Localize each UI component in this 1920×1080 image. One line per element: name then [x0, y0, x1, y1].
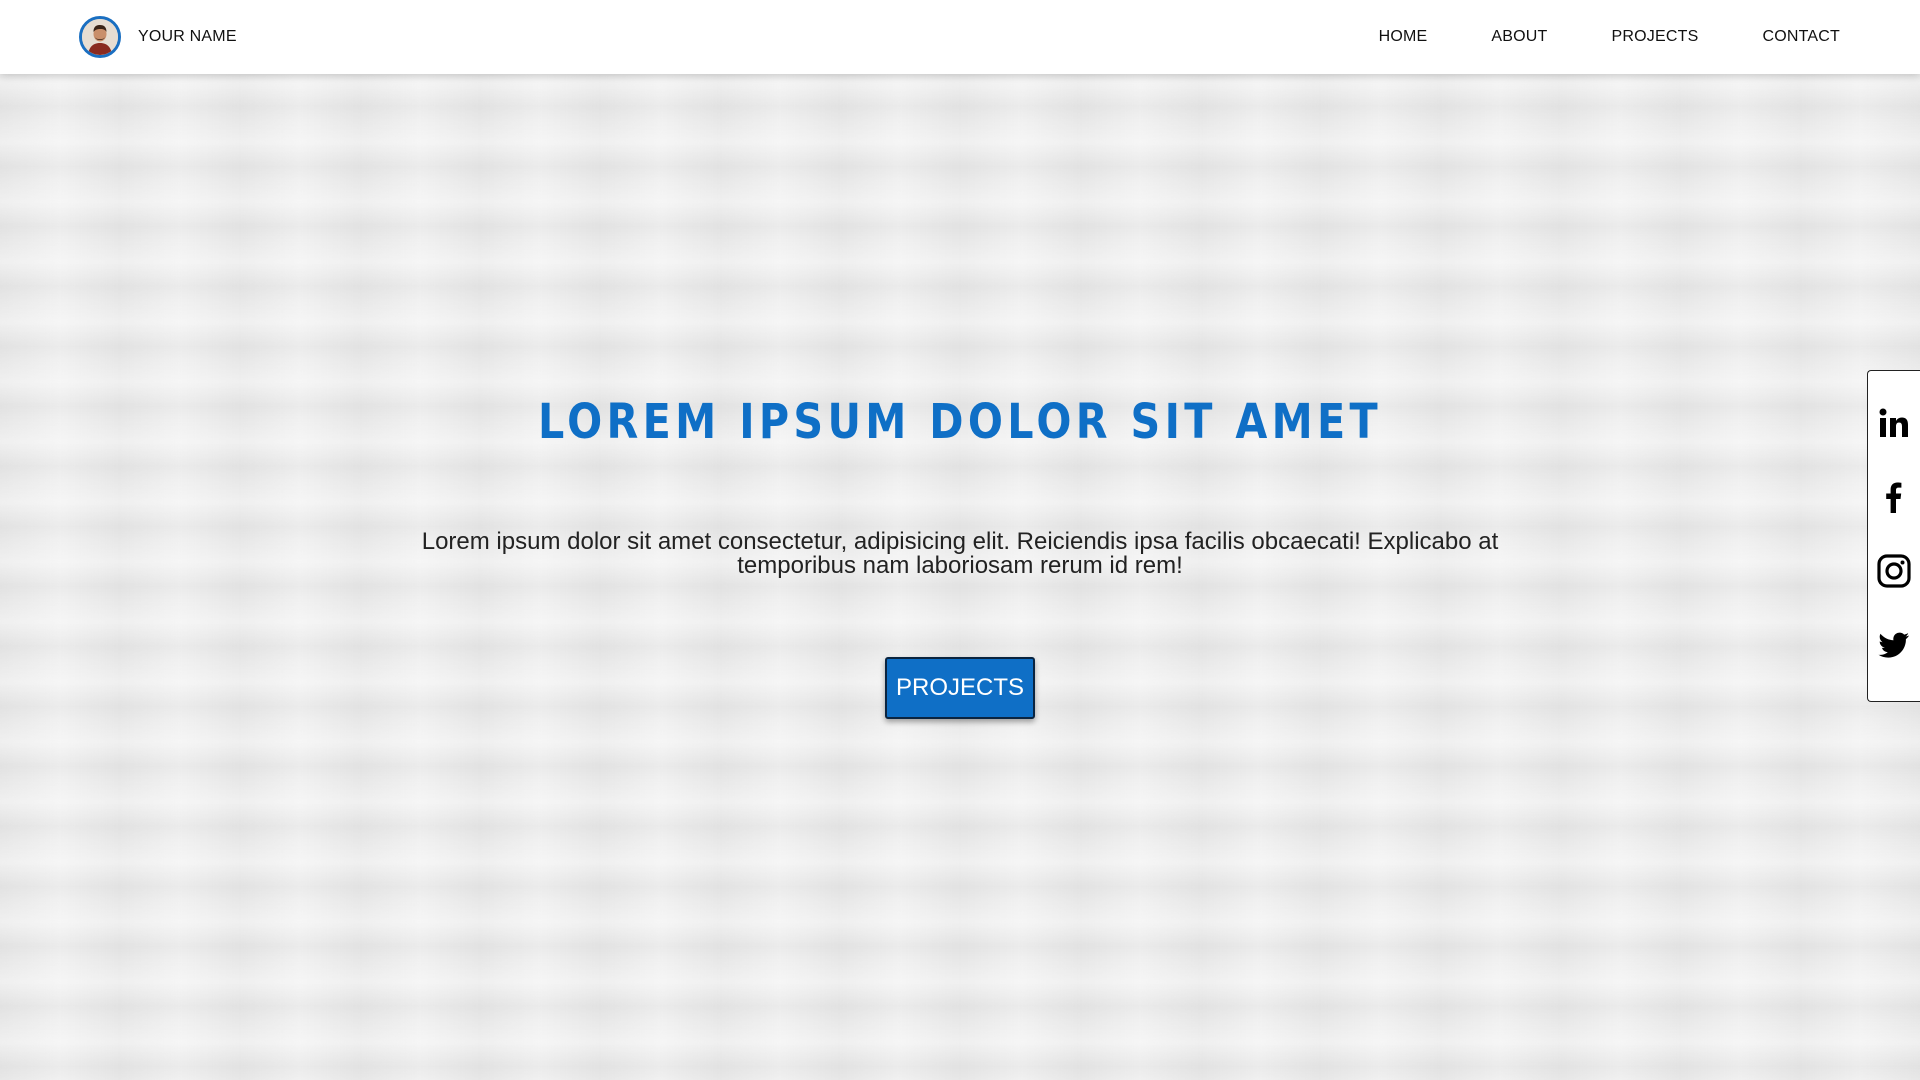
facebook-link[interactable] — [1874, 477, 1914, 517]
avatar — [79, 16, 121, 58]
nav-about[interactable]: ABOUT — [1491, 28, 1547, 46]
linkedin-icon — [1879, 408, 1908, 437]
brand-name: YOUR NAME — [138, 28, 237, 45]
site-header: YOUR NAME HOME ABOUT PROJECTS CONTACT — [0, 0, 1920, 74]
hero-description-line-2: temporibus nam laboriosam rerum id rem! — [737, 552, 1183, 579]
instagram-link[interactable] — [1874, 551, 1914, 591]
main-nav: HOME ABOUT PROJECTS CONTACT — [1379, 0, 1840, 74]
hero-description: Lorem ipsum dolor sit amet consectetur, … — [380, 530, 1540, 578]
twitter-link[interactable] — [1874, 625, 1914, 665]
brand[interactable]: YOUR NAME — [79, 16, 237, 58]
hero-title: LOREM IPSUM DOLOR SIT AMET — [538, 394, 1382, 450]
facebook-icon — [1886, 482, 1902, 513]
profile-photo-icon — [82, 19, 118, 55]
nav-contact[interactable]: CONTACT — [1762, 28, 1840, 46]
linkedin-link[interactable] — [1874, 403, 1914, 443]
projects-button[interactable]: PROJECTS — [885, 657, 1035, 719]
twitter-icon — [1878, 632, 1909, 658]
nav-home[interactable]: HOME — [1379, 28, 1428, 46]
hero-description-line-1: Lorem ipsum dolor sit amet consectetur, … — [421, 528, 1499, 555]
nav-projects[interactable]: PROJECTS — [1612, 28, 1699, 46]
social-sidebar — [1867, 370, 1920, 702]
instagram-icon — [1877, 554, 1911, 588]
